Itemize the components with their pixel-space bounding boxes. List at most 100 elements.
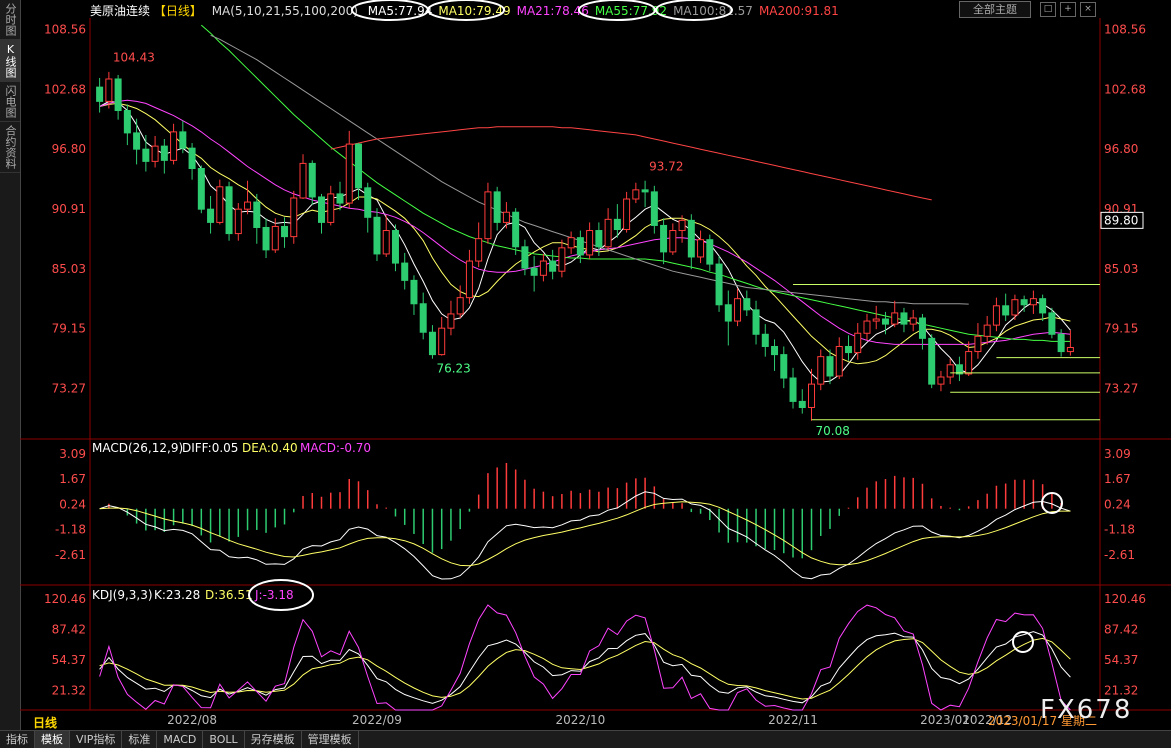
candle-body bbox=[327, 193, 335, 223]
kdj-d-line bbox=[99, 637, 1071, 700]
macd-diff-line bbox=[99, 491, 1071, 580]
candle-body bbox=[244, 201, 252, 210]
candle-body bbox=[817, 356, 825, 385]
candle-body bbox=[669, 230, 677, 253]
bottom-tab-0[interactable]: 指标 bbox=[0, 731, 35, 748]
bottom-tab-3[interactable]: 标准 bbox=[122, 731, 158, 748]
candle-body bbox=[789, 377, 797, 402]
x-tick-label: 2022/11 bbox=[768, 713, 818, 727]
period-label: 日线 bbox=[33, 716, 58, 730]
kdj-j-line bbox=[99, 604, 1071, 711]
candle-body bbox=[974, 335, 982, 353]
candle-body bbox=[345, 143, 353, 204]
kdj-d: D:36.51 bbox=[205, 588, 253, 602]
price-tick-left: 102.68 bbox=[44, 82, 86, 96]
candle-body bbox=[650, 191, 658, 226]
candle-body bbox=[863, 320, 871, 334]
candle-body bbox=[835, 345, 843, 377]
macd-value: MACD:-0.70 bbox=[300, 441, 371, 455]
candle-body bbox=[512, 211, 520, 248]
candle-body bbox=[697, 239, 705, 258]
candle-body bbox=[1011, 299, 1019, 316]
macd-tick-right: 0.24 bbox=[1104, 497, 1131, 511]
highlight-circle bbox=[351, 0, 429, 21]
candle-body bbox=[576, 237, 584, 256]
candle-body bbox=[641, 189, 649, 193]
candle-body bbox=[419, 303, 427, 333]
bottom-tab-4[interactable]: MACD bbox=[157, 731, 204, 748]
candle-body bbox=[160, 145, 168, 161]
kdj-j: J:-3.18 bbox=[254, 588, 294, 602]
candle-body bbox=[308, 162, 316, 198]
price-tick-right: 79.15 bbox=[1104, 322, 1138, 336]
price-tick-right: 108.56 bbox=[1104, 23, 1146, 37]
candle-body bbox=[1066, 346, 1074, 353]
candle-body bbox=[253, 201, 261, 228]
macd-tick-left: 0.24 bbox=[59, 497, 86, 511]
price-annotation: 76.23 bbox=[436, 361, 470, 375]
candle-body bbox=[133, 132, 141, 150]
macd-tick-right: -2.61 bbox=[1104, 548, 1135, 562]
last-price-label: 89.80 bbox=[1104, 213, 1138, 227]
price-tick-left: 85.03 bbox=[52, 262, 86, 276]
candle-body bbox=[854, 332, 862, 354]
bottom-tab-1[interactable]: 模板 bbox=[35, 731, 70, 748]
price-chart: 108.56 108.56 102.68 102.68 96.80 96.80 90.91 9… bbox=[20, 0, 1171, 727]
macd-dea-line bbox=[99, 501, 1071, 567]
candle-body bbox=[798, 400, 806, 409]
candle-body bbox=[179, 131, 187, 149]
candle-body bbox=[567, 237, 575, 249]
candle-body bbox=[281, 225, 289, 238]
candle-body bbox=[401, 262, 409, 281]
ma-line-MA200 bbox=[330, 126, 932, 201]
candle-body bbox=[364, 187, 372, 218]
candle-body bbox=[96, 86, 104, 102]
macd-tick-left: -1.18 bbox=[55, 523, 86, 537]
macd-tick-left: 1.67 bbox=[59, 472, 86, 486]
bottom-tab-6[interactable]: 另存模板 bbox=[245, 731, 302, 748]
candle-body bbox=[808, 383, 816, 409]
kdj-tick-right: 87.42 bbox=[1104, 622, 1138, 636]
price-annotation: 93.72 bbox=[649, 159, 683, 173]
bottom-tab-7[interactable]: 管理模板 bbox=[302, 731, 359, 748]
candle-body bbox=[595, 230, 603, 248]
bottom-tab-5[interactable]: BOLL bbox=[203, 731, 245, 748]
candle-body bbox=[761, 333, 769, 347]
candle-body bbox=[105, 78, 113, 102]
x-tick-label: 2022/08 bbox=[167, 713, 217, 727]
price-annotation: 70.08 bbox=[816, 424, 850, 438]
candle-body bbox=[123, 110, 131, 134]
candle-body bbox=[946, 364, 954, 378]
candle-body bbox=[891, 312, 899, 325]
candle-body bbox=[114, 78, 122, 112]
candle-body bbox=[1039, 298, 1047, 314]
kdj-tick-left: 21.32 bbox=[52, 683, 86, 697]
candle-body bbox=[475, 238, 483, 262]
candle-body bbox=[743, 298, 751, 311]
x-tick-label: 2022/09 bbox=[352, 713, 402, 727]
macd-tick-right: 3.09 bbox=[1104, 447, 1131, 461]
macd-tick-right: -1.18 bbox=[1104, 523, 1135, 537]
candle-body bbox=[151, 145, 159, 162]
candle-body bbox=[715, 263, 723, 306]
candle-body bbox=[724, 304, 732, 322]
candle-body bbox=[586, 230, 594, 256]
candle-body bbox=[197, 167, 205, 210]
candle-body bbox=[734, 298, 742, 322]
candle-body bbox=[752, 309, 760, 335]
highlight-circle bbox=[427, 0, 505, 21]
candle-body bbox=[1057, 333, 1065, 353]
candle-body bbox=[900, 312, 908, 325]
candle-body bbox=[771, 345, 779, 356]
bottom-toolbar: 指标 模板 VIP指标 标准 MACD BOLL 另存模板 管理模板 bbox=[0, 730, 1171, 748]
price-tick-right: 85.03 bbox=[1104, 262, 1138, 276]
candle-body bbox=[992, 305, 1000, 326]
candle-body bbox=[604, 218, 612, 248]
bottom-tab-2[interactable]: VIP指标 bbox=[70, 731, 123, 748]
candle-body bbox=[373, 216, 381, 255]
candle-body bbox=[271, 225, 279, 251]
price-tick-left: 73.27 bbox=[52, 381, 86, 395]
candle-body bbox=[382, 230, 390, 255]
candle-body bbox=[354, 143, 362, 189]
x-tick-label: 2023/01 bbox=[920, 713, 970, 727]
